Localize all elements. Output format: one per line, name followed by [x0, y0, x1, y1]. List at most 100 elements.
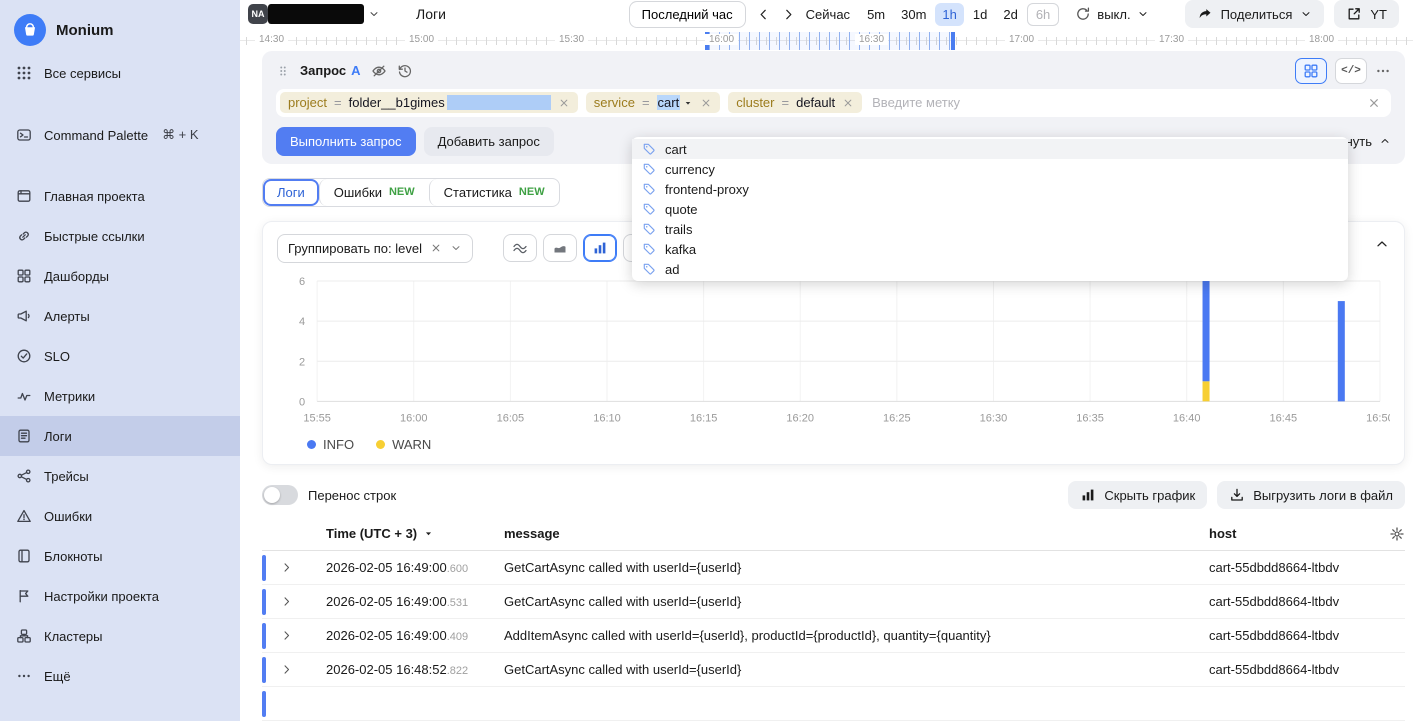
chip-op: =	[642, 95, 650, 110]
service-option[interactable]: quote	[632, 199, 1348, 219]
svg-text:16:50: 16:50	[1366, 412, 1390, 424]
table-row[interactable]: 2026-02-05 16:49:00.531 GetCartAsync cal…	[262, 585, 1405, 619]
sidebar-item[interactable]: SLO	[0, 336, 240, 376]
sidebar-item-label: Блокноты	[44, 549, 102, 564]
filter-chip[interactable]: project = folder__b1gimes	[280, 92, 578, 113]
area-chart-type-button[interactable]	[543, 234, 577, 262]
history-icon[interactable]	[397, 63, 413, 79]
service-option[interactable]: trails	[632, 219, 1348, 239]
eye-off-icon[interactable]	[371, 63, 387, 79]
timeline-selection[interactable]	[705, 32, 955, 50]
service-option[interactable]: kafka	[632, 239, 1348, 259]
time-controls: Последний час Сейчас 5m 30m 1h 1d 2d	[629, 1, 1149, 28]
bar-chart-type-button[interactable]	[583, 234, 617, 262]
run-query-button[interactable]: Выполнить запрос	[276, 127, 416, 156]
service-option[interactable]: cart	[632, 139, 1348, 159]
export-logs-button[interactable]: Выгрузить логи в файл	[1217, 481, 1405, 509]
app-logo[interactable]: Monium	[0, 6, 240, 54]
clear-group-by-icon[interactable]	[430, 242, 442, 254]
sidebar-item-command-palette[interactable]: Command Palette ⌘ + K	[0, 116, 240, 154]
legend-item[interactable]: WARN	[376, 437, 431, 452]
expand-row-icon[interactable]	[280, 629, 293, 642]
sidebar-item-all-services[interactable]: Все сервисы	[0, 54, 240, 92]
more-options-icon[interactable]	[1375, 63, 1391, 79]
svg-text:16:00: 16:00	[400, 412, 428, 424]
query-letter: A	[351, 63, 360, 78]
tab[interactable]: Логи	[263, 179, 319, 206]
expand-row-icon[interactable]	[280, 595, 293, 608]
sidebar-item[interactable]: Ошибки	[0, 496, 240, 536]
table-row[interactable]: 2026-02-05 16:49:00.409 AddItemAsync cal…	[262, 619, 1405, 653]
service-option[interactable]: currency	[632, 159, 1348, 179]
drag-handle-icon[interactable]	[276, 64, 290, 78]
group-by-select[interactable]: Группировать по: level	[277, 234, 473, 263]
chip-remove-icon[interactable]	[842, 97, 854, 109]
code-view-button[interactable]: </>	[1335, 58, 1367, 84]
timeline-tick-label: 16:30	[855, 34, 888, 45]
filter-chip[interactable]: service = cart	[586, 92, 720, 113]
collapse-chart-icon[interactable]	[1374, 236, 1390, 252]
time-range-button[interactable]: Последний час	[629, 1, 746, 28]
table-row[interactable]: 2026-02-05 16:49:00.600 GetCartAsync cal…	[262, 551, 1405, 585]
filter-chip[interactable]: cluster = default	[728, 92, 862, 113]
label-input[interactable]	[870, 94, 1361, 111]
sidebar-item[interactable]: Быстрые ссылки	[0, 216, 240, 256]
clear-filters-icon[interactable]	[1367, 96, 1381, 110]
sidebar-item[interactable]: Главная проекта	[0, 176, 240, 216]
chevron-left-icon[interactable]	[756, 7, 771, 22]
errors-icon	[16, 508, 32, 524]
avatar: NA	[248, 4, 268, 24]
query-filter-bar[interactable]: project = folder__b1gimes service = cart	[276, 89, 1391, 117]
sidebar-item[interactable]: Метрики	[0, 376, 240, 416]
chip-value: cart	[657, 95, 681, 110]
table-row[interactable]: 2026-02-05 16:48:52.822 GetCartAsync cal…	[262, 653, 1405, 687]
table-settings-gear-icon[interactable]	[1389, 526, 1405, 542]
preset-button[interactable]: 1d	[966, 3, 994, 26]
sidebar-item[interactable]: Алерты	[0, 296, 240, 336]
column-host[interactable]: host	[1209, 526, 1369, 541]
sidebar-item[interactable]: Блокноты	[0, 536, 240, 576]
chevron-right-icon[interactable]	[781, 7, 796, 22]
sidebar-item[interactable]: Ещё	[0, 656, 240, 696]
add-query-button[interactable]: Добавить запрос	[424, 127, 554, 156]
tab[interactable]: Ошибки NEW	[319, 179, 429, 206]
log-time-value: 2026-02-05 16:49:00	[326, 560, 447, 575]
refresh-icon[interactable]	[1075, 6, 1091, 22]
line-chart-type-button[interactable]	[503, 234, 537, 262]
share-button[interactable]: Поделиться	[1185, 0, 1325, 28]
preset-button[interactable]: 30m	[894, 3, 933, 26]
builder-view-button[interactable]	[1295, 58, 1327, 84]
chip-remove-icon[interactable]	[558, 97, 570, 109]
timeline-strip[interactable]: 14:3015:0015:3016:0016:3017:0017:3018:00	[240, 28, 1413, 41]
service-option[interactable]: frontend-proxy	[632, 179, 1348, 199]
chevron-down-icon[interactable]	[368, 8, 380, 20]
chevron-down-icon[interactable]	[683, 98, 693, 108]
expand-row-icon[interactable]	[280, 561, 293, 574]
legend-item[interactable]: INFO	[307, 437, 354, 452]
account-switcher[interactable]: NA	[248, 4, 380, 24]
now-button[interactable]: Сейчас	[806, 7, 850, 22]
wrap-lines-toggle[interactable]	[262, 485, 298, 505]
legend-dot	[376, 440, 385, 449]
preset-button[interactable]: 6h	[1027, 3, 1059, 26]
tab[interactable]: Статистика NEW	[429, 179, 559, 206]
chip-remove-icon[interactable]	[700, 97, 712, 109]
hide-chart-button[interactable]: Скрыть график	[1068, 481, 1207, 509]
yt-button[interactable]: YT	[1334, 0, 1399, 28]
column-time[interactable]: Time (UTC + 3)	[326, 526, 504, 541]
sidebar-item[interactable]: Трейсы	[0, 456, 240, 496]
preset-button[interactable]: 1h	[935, 3, 963, 26]
sidebar-item[interactable]: Настройки проекта	[0, 576, 240, 616]
table-row-partial[interactable]	[262, 687, 1405, 721]
preset-button[interactable]: 2d	[996, 3, 1024, 26]
sidebar-item[interactable]: Кластеры	[0, 616, 240, 656]
log-histogram[interactable]: 15:5516:0016:0516:1016:1516:2016:2516:30…	[277, 271, 1390, 435]
column-message[interactable]: message	[504, 526, 1209, 541]
sidebar-item[interactable]: Дашборды	[0, 256, 240, 296]
autorefresh-control[interactable]: выкл.	[1075, 6, 1148, 22]
sidebar-item[interactable]: Логи	[0, 416, 240, 456]
line-chart-icon	[512, 240, 528, 256]
service-option[interactable]: ad	[632, 259, 1348, 279]
expand-row-icon[interactable]	[280, 663, 293, 676]
preset-button[interactable]: 5m	[860, 3, 892, 26]
